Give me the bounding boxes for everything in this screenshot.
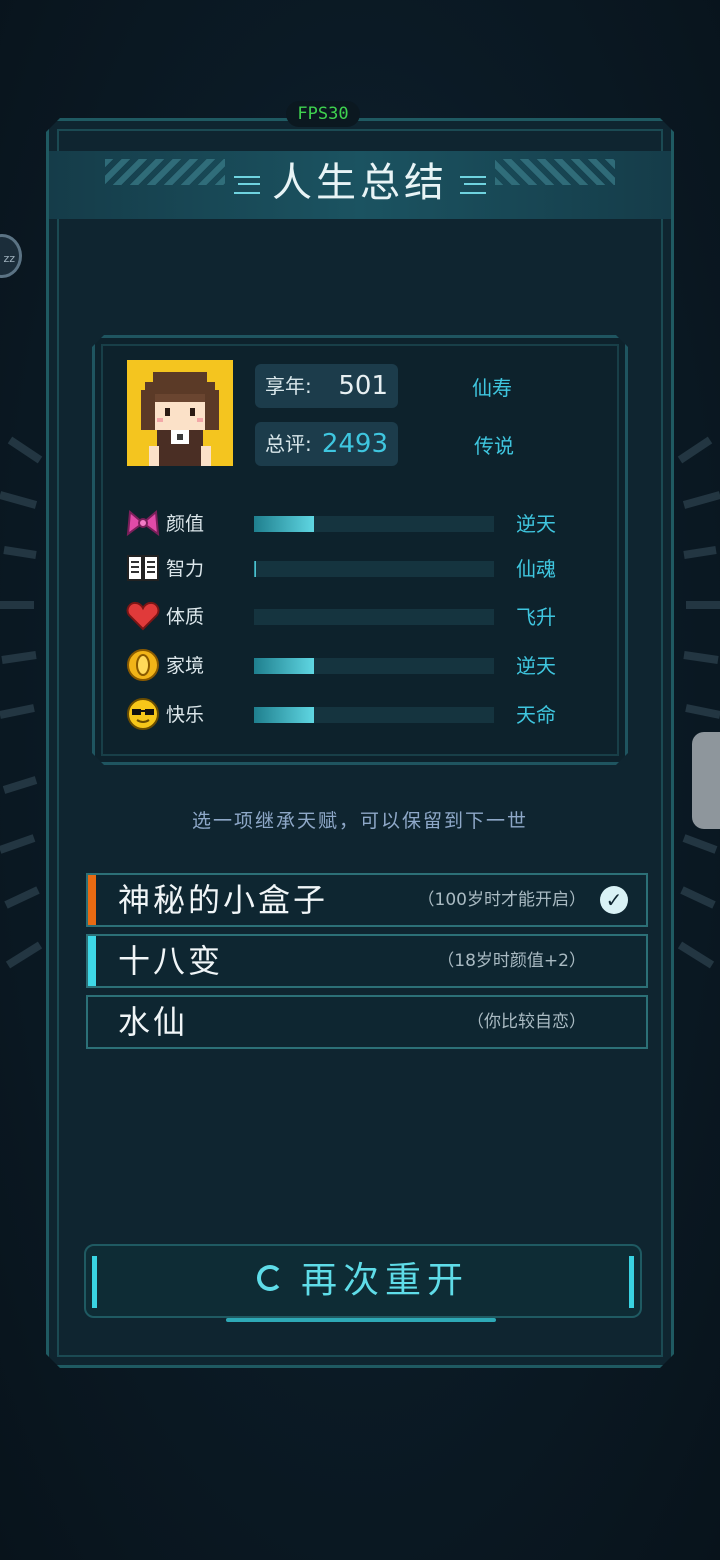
score-pill: 总评: 2493 <box>255 422 398 466</box>
attribute-name: 体质 <box>166 606 205 628</box>
attribute-grade: 逆天 <box>516 512 556 536</box>
attribute-grade: 天命 <box>516 703 556 727</box>
attribute-row-physique: 体质 飞升 <box>126 599 576 635</box>
talent-option[interactable]: 神秘的小盒子 （100岁时才能开启） ✓ <box>86 873 648 927</box>
attribute-row-happiness: 快乐 天命 <box>126 697 576 733</box>
title-left-decoration-icon <box>234 176 260 194</box>
attribute-row-family: 家境 逆天 <box>126 648 576 684</box>
sunglasses-face-icon <box>127 698 159 730</box>
attribute-grade: 仙魂 <box>516 557 556 581</box>
talent-description: （100岁时才能开启） <box>417 890 586 910</box>
inherit-hint: 选一项继承天赋，可以保留到下一世 <box>191 810 528 832</box>
page-title: 人生总结 <box>272 160 448 206</box>
talent-accent-bar <box>88 936 96 986</box>
attribute-bar <box>254 658 494 674</box>
heart-icon <box>126 601 160 631</box>
attribute-name: 智力 <box>166 558 205 580</box>
coin-icon <box>127 649 159 681</box>
bow-icon <box>126 509 160 537</box>
attribute-name: 颜值 <box>166 513 205 535</box>
attribute-grade: 飞升 <box>516 605 556 629</box>
restart-label: 再次重开 <box>300 1260 469 1301</box>
talent-name: 水仙 <box>118 1003 189 1041</box>
fps-counter: FPS30 <box>286 101 360 127</box>
attribute-bar <box>254 707 494 723</box>
age-value: 501 <box>338 371 388 401</box>
attribute-bar <box>254 516 494 532</box>
age-rank: 仙寿 <box>472 376 512 400</box>
title-right-decoration-icon <box>460 176 486 194</box>
talent-name: 神秘的小盒子 <box>118 881 329 919</box>
attribute-grade: 逆天 <box>516 654 556 678</box>
score-value: 2493 <box>321 429 388 459</box>
score-label: 总评: <box>265 432 312 456</box>
attribute-name: 家境 <box>166 655 205 677</box>
title-bar: 人生总结 <box>49 151 671 219</box>
refresh-icon <box>256 1265 283 1291</box>
talent-option[interactable]: 十八变 （18岁时颜值+2） <box>86 934 648 988</box>
attribute-bar <box>254 609 494 625</box>
talent-accent-bar <box>88 875 96 925</box>
talent-description: （你比较自恋） <box>467 1012 586 1032</box>
book-icon <box>127 555 159 581</box>
talent-accent-bar <box>88 997 96 1047</box>
talent-option[interactable]: 水仙 （你比较自恋） <box>86 995 648 1049</box>
talent-description: （18岁时颜值+2） <box>437 951 586 971</box>
age-pill: 享年: 501 <box>255 364 398 408</box>
check-icon: ✓ <box>600 886 628 914</box>
restart-button[interactable]: 再次重开 <box>84 1244 642 1322</box>
attribute-row-intelligence: 智力 仙魂 <box>126 551 576 587</box>
attribute-bar <box>254 561 494 577</box>
attribute-row-appearance: 颜值 逆天 <box>126 506 576 542</box>
character-avatar-icon <box>127 360 233 466</box>
talent-name: 十八变 <box>118 942 224 980</box>
attribute-name: 快乐 <box>166 704 205 726</box>
score-rank: 传说 <box>474 434 514 458</box>
age-label: 享年: <box>265 374 312 398</box>
